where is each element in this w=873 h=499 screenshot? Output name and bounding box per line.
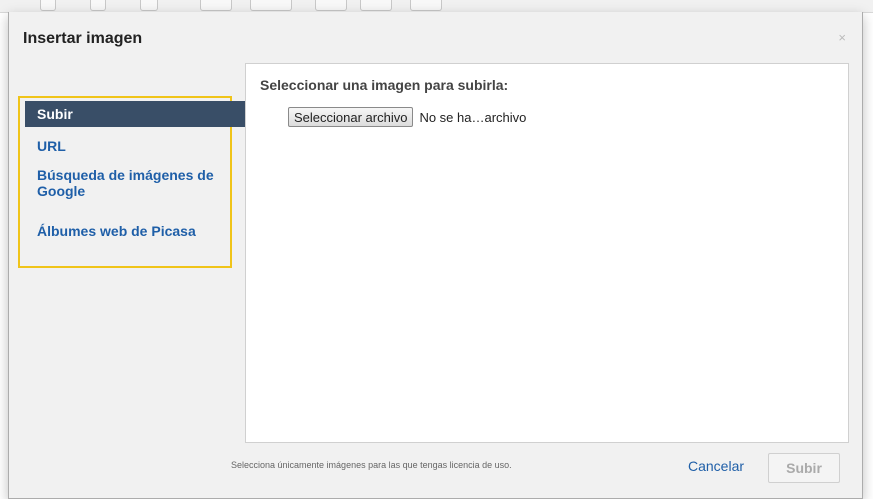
toolbar-ghost-icon <box>315 0 347 11</box>
sidebar-item-subir[interactable]: Subir <box>25 101 245 127</box>
sidebar-item-label: Subir <box>37 106 73 122</box>
toolbar-ghost-icon <box>200 0 232 11</box>
insert-image-dialog: Insertar imagen × Subir URL Búsqueda de … <box>8 12 863 499</box>
sidebar-item-google-image-search[interactable]: Búsqueda de imágenes de Google <box>25 167 225 199</box>
toolbar-ghost-icon <box>90 0 106 11</box>
toolbar-ghost-icon <box>410 0 442 11</box>
sidebar-item-picasa-albums[interactable]: Álbumes web de Picasa <box>25 223 245 239</box>
dialog-title: Insertar imagen <box>23 30 143 47</box>
toolbar-ghost-icon <box>250 0 292 11</box>
toolbar-ghost-icon <box>140 0 158 11</box>
upload-heading: Seleccionar una imagen para subirla: <box>260 77 509 93</box>
cancel-button[interactable]: Cancelar <box>688 458 744 474</box>
license-note: Selecciona únicamente imágenes para las … <box>231 460 512 470</box>
toolbar-ghost-icon <box>360 0 392 11</box>
file-status-text: No se ha…archivo <box>419 109 527 125</box>
toolbar-ghost-icon <box>40 0 56 11</box>
submit-button[interactable]: Subir <box>768 453 840 483</box>
sidebar-item-label: URL <box>37 138 66 154</box>
close-icon[interactable]: × <box>838 30 846 45</box>
sidebar-item-label: Álbumes web de Picasa <box>37 223 196 239</box>
file-chooser: Seleccionar archivo No se ha…archivo <box>288 107 526 127</box>
sidebar-item-label: Búsqueda de imágenes de Google <box>37 167 214 199</box>
choose-file-button[interactable]: Seleccionar archivo <box>288 107 414 127</box>
sidebar-item-url[interactable]: URL <box>25 138 245 154</box>
upload-panel: Seleccionar una imagen para subirla: Sel… <box>245 63 849 443</box>
